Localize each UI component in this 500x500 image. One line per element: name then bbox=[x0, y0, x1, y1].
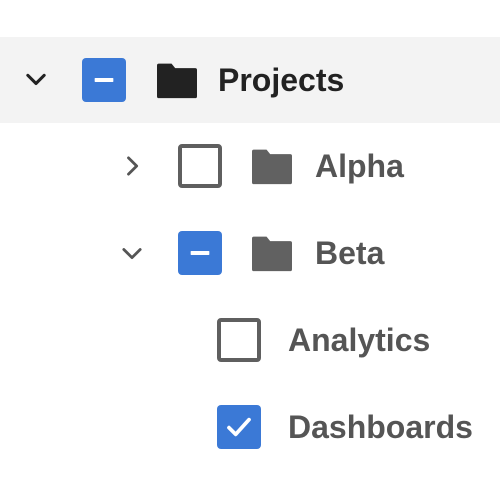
tree-row-analytics[interactable]: Analytics bbox=[0, 297, 500, 383]
beta-checkbox-indeterminate[interactable] bbox=[178, 231, 222, 275]
tree-row-projects[interactable]: Projects bbox=[0, 37, 500, 123]
tree-label-analytics: Analytics bbox=[288, 322, 431, 358]
tree-row-dashboards[interactable]: Dashboards bbox=[0, 384, 500, 470]
tree-label-dashboards: Dashboards bbox=[288, 409, 473, 445]
folder-icon bbox=[250, 233, 294, 273]
tree-row-alpha[interactable]: Alpha bbox=[0, 123, 500, 209]
folder-icon bbox=[250, 146, 294, 186]
dashboards-checkbox-checked[interactable] bbox=[217, 405, 261, 449]
chevron-right-icon[interactable] bbox=[114, 148, 150, 184]
tree-row-beta[interactable]: Beta bbox=[0, 210, 500, 296]
folder-icon bbox=[155, 60, 199, 100]
tree-label-alpha: Alpha bbox=[315, 148, 404, 184]
project-tree: Projects Alpha Beta Analytics Dashboards bbox=[0, 0, 500, 500]
alpha-checkbox[interactable] bbox=[178, 144, 222, 188]
tree-label-beta: Beta bbox=[315, 235, 385, 271]
checkmark-icon bbox=[227, 417, 251, 437]
analytics-checkbox[interactable] bbox=[217, 318, 261, 362]
chevron-down-icon[interactable] bbox=[18, 62, 54, 98]
chevron-down-icon[interactable] bbox=[114, 235, 150, 271]
projects-checkbox-indeterminate[interactable] bbox=[82, 58, 126, 102]
tree-label-projects: Projects bbox=[218, 62, 345, 98]
